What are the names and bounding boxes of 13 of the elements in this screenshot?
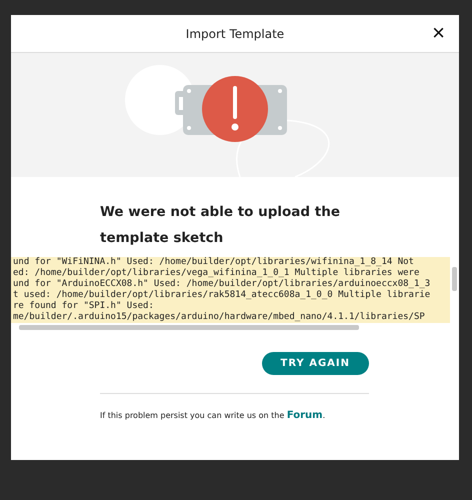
- log-line: t used: /home/builder/opt/libraries/rak5814_atecc608a_1_0_0 Multiple librarie: [13, 290, 432, 301]
- forum-link[interactable]: Forum: [286, 410, 323, 421]
- log-line: ed: /home/builder/opt/libraries/vega_wifinina_1_0_1 Multiple libraries were: [13, 268, 420, 279]
- horizontal-scrollbar[interactable]: [11, 323, 459, 332]
- dialog-title: Import Template: [186, 26, 284, 40]
- try-again-button[interactable]: TRY AGAIN: [262, 352, 369, 375]
- log-line: me/builder/.arduino15/packages/arduino/hardware/mbed_nano/4.1.1/libraries/SP: [13, 312, 426, 323]
- log-line: re found for "SPI.h" Used:: [13, 301, 155, 312]
- footer-text: If this problem persist you can write us on the Forum.: [100, 410, 326, 421]
- log-line: und for "WiFiNINA.h" Used: /home/builder/opt/libraries/wifinina_1_8_14 Not: [13, 257, 415, 268]
- close-button[interactable]: ×: [430, 21, 447, 45]
- log-line: und for "ArduinoECCX08.h" Used: /home/builder/opt/libraries/arduinoeccx08_1_3: [13, 279, 432, 290]
- error-heading: We were not able to upload the template sketch: [100, 203, 342, 248]
